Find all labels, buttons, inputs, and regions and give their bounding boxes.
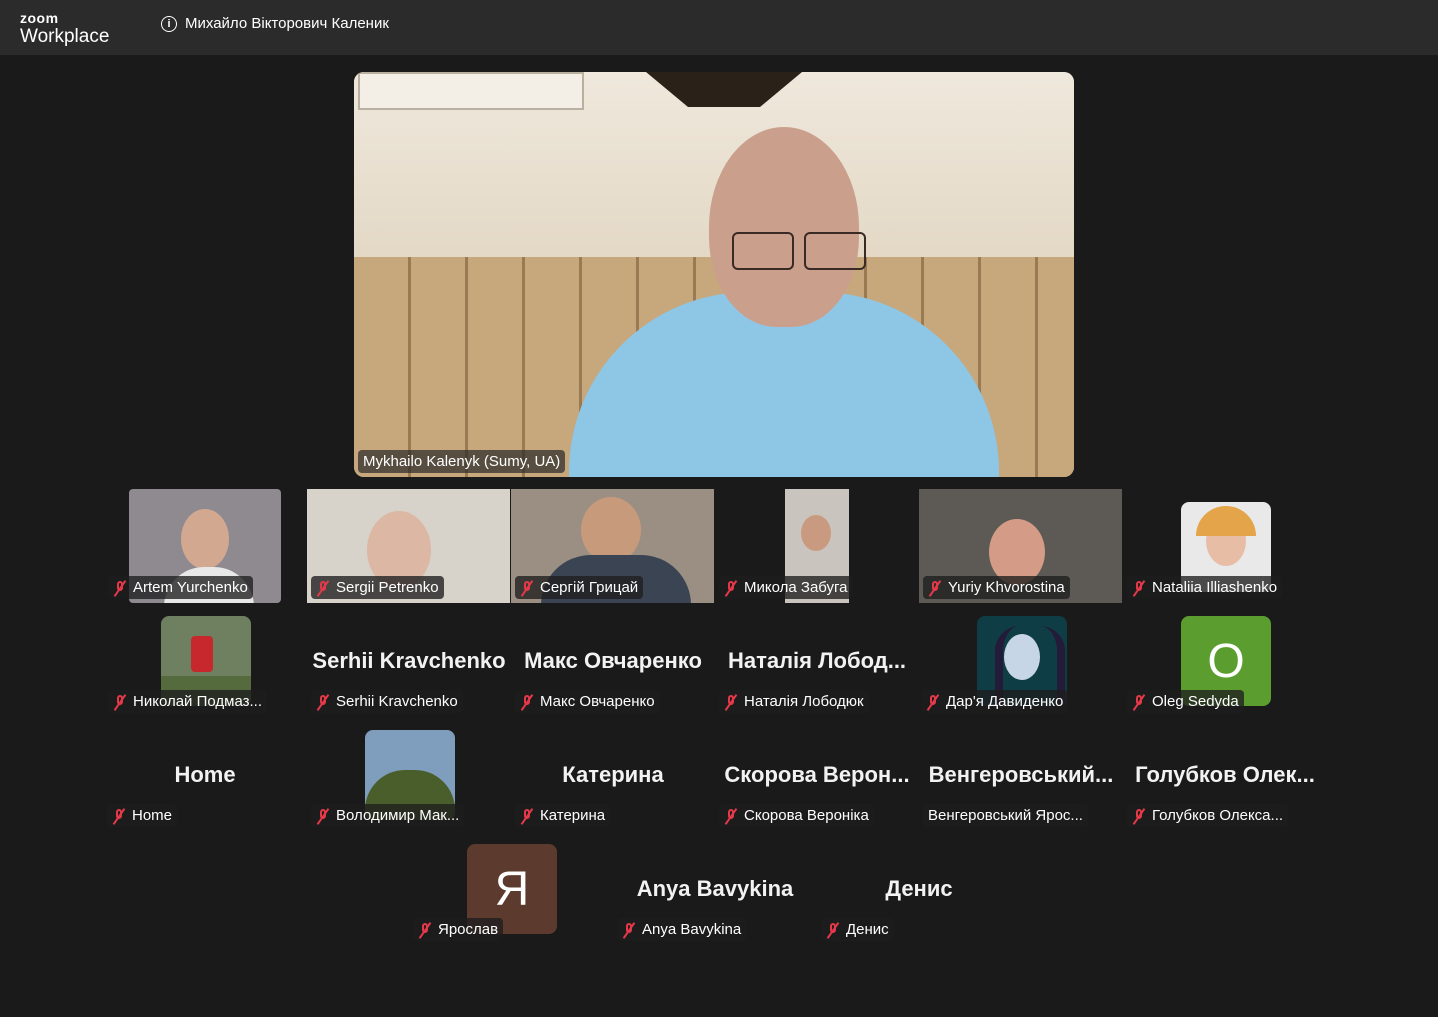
participant-tile[interactable]: Сергій Грицай xyxy=(511,489,714,603)
participant-display-name: Anya Bavykina xyxy=(636,876,794,901)
participant-name: Володимир Мак... xyxy=(311,804,465,827)
muted-mic-icon xyxy=(113,694,127,710)
participant-name: Sergii Petrenko xyxy=(311,576,444,599)
participant-display-name: Голубков Олек... xyxy=(1135,762,1315,787)
participant-name: Макс Овчаренко xyxy=(515,690,660,713)
info-icon[interactable]: i xyxy=(161,15,177,32)
face xyxy=(181,509,229,569)
participant-tile[interactable]: Nataliia Illiashenko xyxy=(1123,489,1333,603)
participant-display-name: Катерина xyxy=(562,762,664,787)
muted-mic-icon xyxy=(316,694,330,710)
muted-mic-icon xyxy=(724,694,738,710)
participant-display-name: Макс Овчаренко xyxy=(524,648,702,673)
participant-tile[interactable]: Наталія Лобод... Наталія Лободюк xyxy=(717,603,917,717)
participant-tile[interactable]: Венгеровський... Венгеровський Ярос... xyxy=(921,717,1121,831)
muted-mic-icon xyxy=(316,580,330,596)
participant-name: Yuriy Khvorostina xyxy=(923,576,1070,599)
participant-tile[interactable]: Я Ярослав xyxy=(411,831,611,945)
participant-tile[interactable]: Home Home xyxy=(105,717,305,831)
participant-tile[interactable]: Голубков Олек... Голубков Олекса... xyxy=(1125,717,1325,831)
muted-mic-icon xyxy=(724,808,738,824)
participant-tile[interactable]: Николай Подмаз... xyxy=(106,603,306,717)
muted-mic-icon xyxy=(622,922,636,938)
face xyxy=(801,515,831,551)
meeting-title: Михайло Вікторович Каленик xyxy=(185,15,389,32)
participant-name: Венгеровський Ярос... xyxy=(923,804,1088,827)
speaker-name-label: Mykhailo Kalenyk (Sumy, UA) xyxy=(358,450,566,473)
participant-name: Николай Подмаз... xyxy=(108,690,268,713)
muted-mic-icon xyxy=(928,580,942,596)
participant-tile[interactable]: Дар'я Давиденко xyxy=(919,603,1123,717)
participant-tile[interactable]: Artem Yurchenko xyxy=(106,489,306,603)
muted-mic-icon xyxy=(418,922,432,938)
participant-name: Serhii Kravchenko xyxy=(311,690,463,713)
brand-small: zoom xyxy=(20,10,59,26)
muted-mic-icon xyxy=(826,922,840,938)
title-bar: zoom Workplace i Михайло Вікторович Кале… xyxy=(0,0,1438,55)
participant-tile[interactable]: Sergii Petrenko xyxy=(307,489,510,603)
wall-frame xyxy=(358,72,584,110)
participant-tile[interactable]: Макс Овчаренко Макс Овчаренко xyxy=(513,603,713,717)
participant-name: Anya Bavykina xyxy=(617,918,747,941)
participant-name: Home xyxy=(107,804,178,827)
participant-display-name: Скорова Верон... xyxy=(724,762,910,787)
player-shirt xyxy=(191,636,213,672)
muted-mic-icon xyxy=(316,808,330,824)
participant-display-name: Наталія Лобод... xyxy=(727,648,907,673)
glasses-lens-left xyxy=(732,232,794,270)
participant-display-name: Home xyxy=(174,762,236,787)
participant-name: Голубков Олекса... xyxy=(1127,804,1289,827)
participant-display-name: Венгеровський... xyxy=(928,762,1114,787)
participant-tile[interactable]: Микола Забуга xyxy=(715,489,918,603)
participant-name: Дар'я Давиденко xyxy=(921,690,1069,713)
face xyxy=(581,497,641,563)
participant-tile[interactable]: Yuriy Khvorostina xyxy=(919,489,1122,603)
muted-mic-icon xyxy=(1132,694,1146,710)
muted-mic-icon xyxy=(926,694,940,710)
participant-tile[interactable]: Anya Bavykina Anya Bavykina xyxy=(615,831,815,945)
participant-tile[interactable]: Катерина Катерина xyxy=(513,717,713,831)
participant-tile[interactable]: Володимир Мак... xyxy=(309,717,509,831)
active-speaker-video[interactable]: Mykhailo Kalenyk (Sumy, UA) xyxy=(354,72,1074,477)
speaker-head xyxy=(709,127,859,327)
participant-tile[interactable]: O Oleg Sedyda xyxy=(1123,603,1333,717)
participant-tile[interactable]: Serhii Kravchenko Serhii Kravchenko xyxy=(309,603,509,717)
participant-name: Oleg Sedyda xyxy=(1127,690,1244,713)
muted-mic-icon xyxy=(1132,808,1146,824)
muted-mic-icon xyxy=(724,580,738,596)
participant-name: Наталія Лободюк xyxy=(719,690,869,713)
muted-mic-icon xyxy=(520,694,534,710)
hair xyxy=(1196,506,1256,536)
muted-mic-icon xyxy=(112,808,126,824)
brand-large: Workplace xyxy=(20,26,110,47)
participant-tile[interactable]: Скорова Верон... Скорова Вероніка xyxy=(717,717,917,831)
participant-name: Artem Yurchenko xyxy=(108,576,253,599)
participant-name: Скорова Вероніка xyxy=(719,804,874,827)
participant-tile[interactable]: Денис Денис xyxy=(819,831,1019,945)
muted-mic-icon xyxy=(520,580,534,596)
muted-mic-icon xyxy=(1132,580,1146,596)
glasses-lens-right xyxy=(804,232,866,270)
participant-name: Ярослав xyxy=(413,918,504,941)
participant-display-name: Serhii Kravchenko xyxy=(312,648,506,673)
meeting-info[interactable]: i Михайло Вікторович Каленик xyxy=(161,15,389,32)
participant-name: Nataliia Illiashenko xyxy=(1127,576,1283,599)
zoom-logo: zoom Workplace xyxy=(20,11,109,46)
muted-mic-icon xyxy=(113,580,127,596)
participant-name: Сергій Грицай xyxy=(515,576,644,599)
participant-name: Микола Забуга xyxy=(719,576,853,599)
muted-mic-icon xyxy=(520,808,534,824)
participant-display-name: Денис xyxy=(885,876,953,901)
participant-name: Катерина xyxy=(515,804,611,827)
participant-name: Денис xyxy=(821,918,894,941)
